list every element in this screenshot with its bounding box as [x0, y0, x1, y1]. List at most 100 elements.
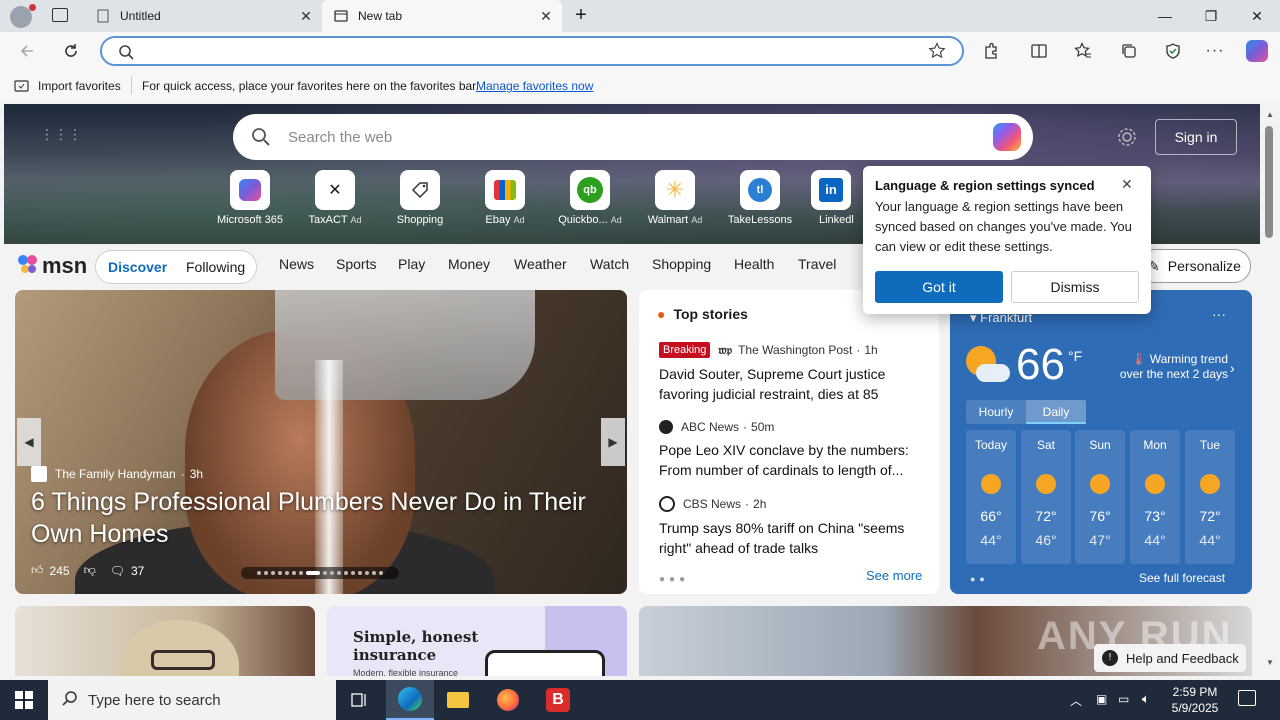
- new-tab-plus-icon[interactable]: +: [570, 4, 592, 28]
- forecast-day[interactable]: Sun 76° 47°: [1075, 430, 1125, 564]
- close-window-button[interactable]: ✕: [1234, 0, 1280, 32]
- file-explorer-icon[interactable]: [434, 680, 482, 720]
- manage-favorites-link[interactable]: Manage favorites now: [476, 79, 593, 93]
- scrollbar-thumb[interactable]: [1265, 126, 1273, 238]
- tab-discover[interactable]: Discover: [108, 259, 167, 275]
- firefox-icon[interactable]: [484, 680, 532, 720]
- back-arrow-icon[interactable]: [14, 38, 40, 64]
- temperature-unit[interactable]: °F: [1068, 348, 1082, 364]
- scroll-down-arrow-icon[interactable]: ▼: [1266, 658, 1274, 667]
- weather-more-icon[interactable]: ···: [1212, 306, 1226, 322]
- carousel-indicator[interactable]: [241, 567, 399, 579]
- tab-daily[interactable]: Daily: [1026, 400, 1086, 424]
- low-temp: 46°: [1035, 532, 1057, 548]
- help-feedback-button[interactable]: ! Help and Feedback: [1094, 644, 1246, 672]
- nav-play[interactable]: Play: [398, 256, 425, 272]
- extensions-icon[interactable]: [978, 38, 1004, 64]
- scroll-up-arrow-icon[interactable]: ▲: [1266, 110, 1274, 119]
- nav-weather[interactable]: Weather: [514, 256, 567, 272]
- profile-avatar-icon[interactable]: [10, 4, 36, 28]
- show-hidden-icons-icon[interactable]: ︿: [1070, 692, 1082, 709]
- nav-watch[interactable]: Watch: [590, 256, 629, 272]
- quick-link-microsoft-365[interactable]: Microsoft 365: [208, 170, 292, 226]
- tab-untitled[interactable]: Untitled ✕: [86, 0, 322, 32]
- top-stories-header[interactable]: ● Top stories: [657, 306, 748, 322]
- thumbs-up-icon[interactable]: 👍︎: [31, 563, 44, 578]
- close-popup-icon[interactable]: ✕: [1121, 176, 1133, 193]
- forecast-day[interactable]: Sat 72° 46°: [1021, 430, 1071, 564]
- volume-icon[interactable]: 🔈︎: [1142, 691, 1150, 707]
- chevron-right-icon[interactable]: ›: [1230, 360, 1235, 376]
- see-full-forecast-link[interactable]: See full forecast: [1139, 571, 1225, 585]
- notifications-icon[interactable]: [1238, 690, 1256, 706]
- see-more-link[interactable]: See more: [866, 568, 922, 583]
- address-bar[interactable]: [100, 36, 964, 66]
- restore-button[interactable]: ❐: [1188, 0, 1234, 32]
- nav-health[interactable]: Health: [734, 256, 774, 272]
- featured-story-title[interactable]: 6 Things Professional Plumbers Never Do …: [31, 486, 591, 550]
- forecast-day[interactable]: Mon 73° 44°: [1130, 430, 1180, 564]
- tab-new-tab[interactable]: New tab ✕: [322, 0, 562, 32]
- quick-link-taxact[interactable]: ✕ TaxACT Ad: [293, 170, 377, 226]
- pagination-dots[interactable]: ●●: [970, 574, 989, 584]
- quick-link-shopping[interactable]: Shopping: [378, 170, 462, 226]
- tab-actions-icon[interactable]: [52, 8, 68, 22]
- task-view-icon[interactable]: [336, 680, 384, 720]
- favorite-star-icon[interactable]: [928, 42, 946, 63]
- nav-travel[interactable]: Travel: [798, 256, 836, 272]
- story-item[interactable]: ABC News · 50m Pope Leo XIV conclave by th…: [659, 420, 919, 480]
- personalize-button[interactable]: ✎ Personalize: [1138, 249, 1251, 283]
- got-it-button[interactable]: Got it: [875, 271, 1003, 303]
- close-tab-icon[interactable]: ✕: [538, 8, 554, 24]
- nav-shopping[interactable]: Shopping: [652, 256, 711, 272]
- featured-story-card[interactable]: ◀ ▶ The Family Handyman · 3h 6 Things Pr…: [15, 290, 627, 594]
- nav-news[interactable]: News: [279, 256, 314, 272]
- quick-link-ebay[interactable]: Ebay Ad: [463, 170, 547, 226]
- web-search-box[interactable]: Search the web: [233, 114, 1033, 160]
- quick-link-quickbooks[interactable]: qb Quickbo... Ad: [548, 170, 632, 226]
- split-screen-icon[interactable]: [1026, 38, 1052, 64]
- dismiss-button[interactable]: Dismiss: [1011, 271, 1139, 303]
- close-tab-icon[interactable]: ✕: [298, 8, 314, 24]
- thumbs-down-icon[interactable]: 👎︎: [84, 563, 96, 578]
- quick-link-walmart[interactable]: ✳ Walmart Ad: [633, 170, 717, 226]
- apps-launcher-icon[interactable]: ⋮⋮⋮: [40, 126, 82, 143]
- page-scrollbar[interactable]: ▲ ▼: [1260, 104, 1280, 676]
- import-favorites-button[interactable]: Import favorites: [38, 79, 121, 93]
- story-card-person[interactable]: [15, 606, 315, 676]
- quick-link-takelessons[interactable]: tl TakeLessons: [718, 170, 802, 226]
- clock[interactable]: 2:59 PM 5/9/2025: [1164, 684, 1226, 716]
- copilot-icon[interactable]: [1244, 38, 1270, 64]
- weather-card[interactable]: ▾ Frankfurt ··· 66 °F 🌡︎ Warming trend o…: [950, 290, 1252, 594]
- story-item[interactable]: Breaking 𝔴𝔭 The Washington Post · 1h David S…: [659, 342, 919, 404]
- network-icon[interactable]: ▭: [1118, 692, 1129, 706]
- app-b-icon[interactable]: B: [534, 680, 582, 720]
- carousel-prev-button[interactable]: ◀: [17, 418, 41, 466]
- page-settings-gear-icon[interactable]: [1116, 126, 1138, 151]
- nav-sports[interactable]: Sports: [336, 256, 376, 272]
- tab-hourly[interactable]: Hourly: [966, 400, 1026, 424]
- story-item[interactable]: CBS News · 2h Trump says 80% tariff on Chi…: [659, 496, 919, 558]
- settings-more-icon[interactable]: ···: [1202, 38, 1228, 64]
- favorites-icon[interactable]: [1070, 38, 1096, 64]
- forecast-day[interactable]: Today 66° 44°: [966, 430, 1016, 564]
- tab-following[interactable]: Following: [186, 259, 245, 275]
- quick-link-linkedin[interactable]: in Linkedl: [803, 170, 859, 226]
- collections-icon[interactable]: [1116, 38, 1142, 64]
- minimize-button[interactable]: —: [1142, 0, 1188, 32]
- device-icon[interactable]: ▣: [1096, 692, 1107, 706]
- browser-essentials-icon[interactable]: [1160, 38, 1186, 64]
- taskbar-search[interactable]: Type here to search: [48, 680, 336, 720]
- msn-logo[interactable]: msn: [16, 252, 87, 279]
- windows-start-icon[interactable]: [0, 680, 48, 720]
- forecast-day[interactable]: Tue 72° 44°: [1185, 430, 1235, 564]
- nav-money[interactable]: Money: [448, 256, 490, 272]
- carousel-next-button[interactable]: ▶: [601, 418, 625, 466]
- ad-card-insurance[interactable]: Simple, honest insurance Modern, flexibl…: [327, 606, 627, 676]
- copilot-search-icon[interactable]: [993, 123, 1021, 151]
- pagination-dots[interactable]: ●●●: [659, 574, 689, 585]
- refresh-icon[interactable]: [58, 38, 84, 64]
- edge-taskbar-icon[interactable]: [386, 680, 434, 720]
- comment-icon[interactable]: 🗨︎: [110, 564, 125, 578]
- sign-in-button[interactable]: Sign in: [1155, 119, 1237, 155]
